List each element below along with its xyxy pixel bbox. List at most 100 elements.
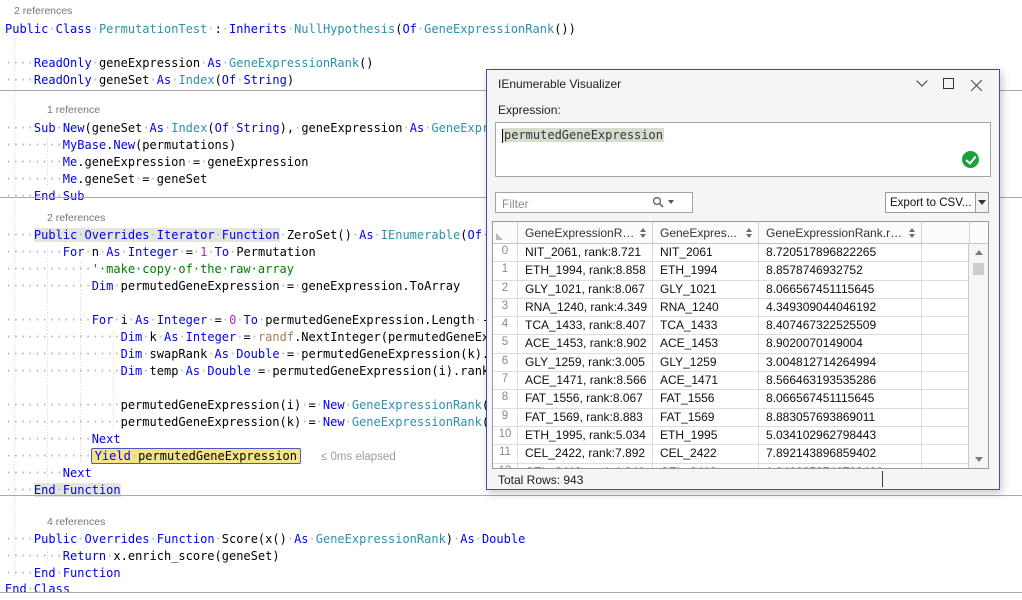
table-cell[interactable] [922, 409, 970, 426]
table-cell[interactable]: ACE_1453, rank:8.902 [518, 335, 653, 352]
table-cell[interactable]: FAT_1556 [653, 390, 759, 407]
table-cell[interactable]: FAT_1569 [653, 409, 759, 426]
row-number-cell[interactable]: 10 [493, 427, 518, 444]
sort-icon[interactable] [909, 228, 915, 238]
table-cell[interactable]: ETH_1995, rank:5.034 [518, 427, 653, 444]
row-number-cell[interactable]: 7 [493, 372, 518, 389]
table-cell[interactable]: GLY_1259, rank:3.005 [518, 354, 653, 371]
row-number-cell[interactable]: 6 [493, 354, 518, 371]
table-cell[interactable]: 8.566463193535286 [759, 372, 922, 389]
table-row[interactable]: 3RNA_1240, rank:4.349RNA_12404.349309044… [493, 299, 988, 317]
expression-input[interactable]: permutedGeneExpression [495, 122, 991, 177]
table-cell[interactable]: 8.407467322525509 [759, 317, 922, 334]
table-cell[interactable] [922, 390, 970, 407]
close-button[interactable] [965, 74, 987, 92]
table-cell[interactable] [922, 354, 970, 371]
table-cell[interactable]: GLY_1021, rank:8.067 [518, 281, 653, 298]
codelens-references-link[interactable]: 2 references [14, 4, 72, 18]
row-number-cell[interactable]: 3 [493, 299, 518, 316]
table-cell[interactable]: 8.9020070149004 [759, 335, 922, 352]
table-cell[interactable] [922, 464, 970, 469]
table-row[interactable]: 10ETH_1995, rank:5.034ETH_19955.03410296… [493, 427, 988, 445]
table-cell[interactable]: ETH_1995 [653, 427, 759, 444]
maximize-button[interactable] [937, 74, 959, 92]
table-cell[interactable] [922, 317, 970, 334]
row-number-cell[interactable]: 11 [493, 445, 518, 462]
table-cell[interactable]: 4.349309044046192 [759, 299, 922, 316]
export-dropdown-button[interactable] [975, 193, 988, 212]
table-cell[interactable]: CEL_2422 [653, 445, 759, 462]
search-icon[interactable] [652, 196, 664, 208]
column-header-geneexpres-[interactable]: GeneExpres... [653, 222, 759, 243]
table-row[interactable]: 1ETH_1994, rank:8.858ETH_19948.857874693… [493, 262, 988, 280]
table-cell[interactable] [922, 427, 970, 444]
table-cell[interactable] [922, 299, 970, 316]
table-cell[interactable]: 7.892143896859402 [759, 445, 922, 462]
table-row[interactable]: 5ACE_1453, rank:8.902ACE_14538.902007014… [493, 335, 988, 353]
table-cell[interactable]: ETH_1994 [653, 262, 759, 279]
sort-icon[interactable] [640, 228, 646, 238]
codelens-references-link[interactable]: 1 reference [47, 103, 100, 117]
table-row[interactable]: 7ACE_1471, rank:8.566ACE_14718.566463193… [493, 372, 988, 390]
table-cell[interactable]: 8.720517896822265 [759, 244, 922, 261]
table-cell[interactable]: 1.9402652746708466 [759, 464, 922, 469]
table-cell[interactable] [922, 335, 970, 352]
table-cell[interactable] [922, 281, 970, 298]
table-row[interactable]: 2GLY_1021, rank:8.067GLY_10218.066567451… [493, 281, 988, 299]
table-cell[interactable]: ACE_1453 [653, 335, 759, 352]
table-cell[interactable]: NIT_2061 [653, 244, 759, 261]
sort-icon[interactable] [746, 228, 752, 238]
row-number-cell[interactable]: 12 [493, 464, 518, 469]
perf-tip[interactable]: ≤ 0ms elapsed [321, 451, 396, 463]
codelens-references-link[interactable]: 4 references [47, 515, 105, 529]
export-to-csv-button[interactable]: Export to CSV... [885, 192, 989, 213]
scrollbar-thumb[interactable] [973, 263, 984, 275]
row-number-cell[interactable]: 0 [493, 244, 518, 261]
column-header-geneexpressionrank-rank[interactable]: GeneExpressionRank.rank [759, 222, 922, 243]
codelens-references-link[interactable]: 2 references [47, 211, 105, 225]
table-row[interactable]: 6GLY_1259, rank:3.005GLY_12593.004812714… [493, 354, 988, 372]
table-cell[interactable]: RNA_1240 [653, 299, 759, 316]
table-cell[interactable] [922, 244, 970, 261]
vertical-scrollbar[interactable] [968, 244, 988, 468]
search-options-caret-icon[interactable] [668, 200, 674, 204]
column-header-geneexpressionrank[interactable]: GeneExpressionRank [518, 222, 653, 243]
table-cell[interactable]: CEL_2422, rank:7.892 [518, 445, 653, 462]
filter-field[interactable] [495, 192, 693, 213]
table-cell[interactable] [922, 262, 970, 279]
table-cell[interactable]: RNA_1240, rank:4.349 [518, 299, 653, 316]
table-row[interactable]: 4TCA_1433, rank:8.407TCA_14338.407467322… [493, 317, 988, 335]
select-all-corner-icon[interactable] [496, 233, 503, 240]
scroll-down-button[interactable] [969, 451, 988, 468]
filter-input[interactable] [500, 194, 654, 213]
table-cell[interactable]: GLY_1259 [653, 354, 759, 371]
row-number-cell[interactable]: 1 [493, 262, 518, 279]
table-row[interactable]: 9FAT_1569, rank:8.883FAT_15698.883057693… [493, 409, 988, 427]
table-cell[interactable]: TCA_1433, rank:8.407 [518, 317, 653, 334]
table-cell[interactable]: GLY_1021 [653, 281, 759, 298]
table-cell[interactable]: FAT_1569, rank:8.883 [518, 409, 653, 426]
data-grid[interactable]: GeneExpressionRankGeneExpres...GeneExpre… [492, 221, 989, 469]
table-cell[interactable]: 8.883057693869011 [759, 409, 922, 426]
chevron-down-icon[interactable] [911, 74, 933, 92]
row-number-cell[interactable]: 2 [493, 281, 518, 298]
table-cell[interactable]: 3.004812714264994 [759, 354, 922, 371]
table-cell[interactable] [922, 445, 970, 462]
row-number-cell[interactable]: 9 [493, 409, 518, 426]
table-cell[interactable]: NIT_2061, rank:8.721 [518, 244, 653, 261]
table-row[interactable]: 0NIT_2061, rank:8.721NIT_20618.720517896… [493, 244, 988, 262]
table-cell[interactable]: ETH_1994, rank:8.858 [518, 262, 653, 279]
table-row[interactable]: 8FAT_1556, rank:8.067FAT_15568.066567451… [493, 390, 988, 408]
table-cell[interactable]: FAT_1556, rank:8.067 [518, 390, 653, 407]
table-row[interactable]: 11CEL_2422, rank:7.892CEL_24227.89214389… [493, 445, 988, 463]
table-cell[interactable]: 8.066567451115645 [759, 390, 922, 407]
table-row[interactable]: 12CEL_2413, rank:1.940CEL_24131.94026527… [493, 464, 988, 469]
row-number-cell[interactable]: 5 [493, 335, 518, 352]
table-cell[interactable]: TCA_1433 [653, 317, 759, 334]
table-cell[interactable]: CEL_2413 [653, 464, 759, 469]
table-cell[interactable] [922, 372, 970, 389]
table-cell[interactable]: ACE_1471, rank:8.566 [518, 372, 653, 389]
table-cell[interactable]: 8.066567451115645 [759, 281, 922, 298]
table-cell[interactable]: 5.034102962798443 [759, 427, 922, 444]
row-number-cell[interactable]: 4 [493, 317, 518, 334]
